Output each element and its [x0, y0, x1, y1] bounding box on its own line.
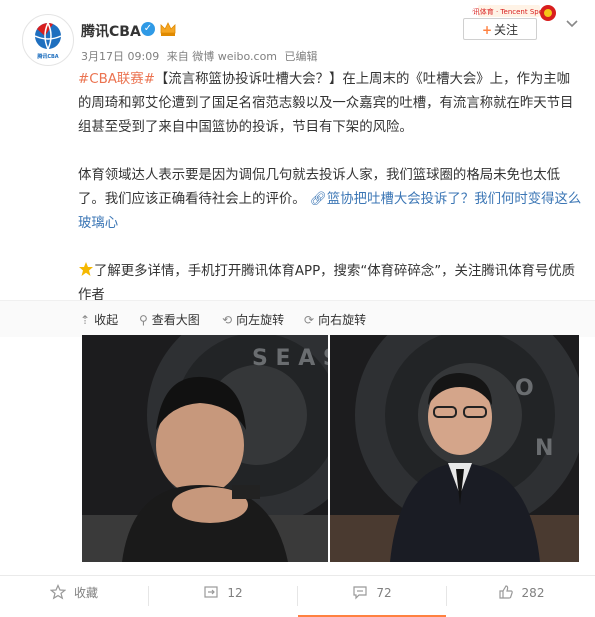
like-count: 282 [521, 586, 545, 600]
comment-icon [352, 579, 368, 613]
post-content: #CBA联赛#【流言称篮协投诉吐槽大会？】在上周末的《吐槽大会》上，作为主咖的周… [78, 68, 583, 308]
username[interactable]: 腾讯CBA [81, 21, 141, 41]
vip-crown-icon [159, 21, 177, 37]
rotate-left-label: 向左旋转 [236, 313, 285, 327]
title-text: 【流言称篮协投诉吐槽大会？】 [154, 72, 343, 87]
favorite-button[interactable]: 收藏 [0, 576, 148, 617]
like-button[interactable]: 282 [447, 576, 595, 617]
hashtag-link[interactable]: #CBA联赛# [78, 72, 155, 87]
repost-icon [203, 579, 219, 613]
post-source[interactable]: 来自 微博 weibo.com [167, 50, 277, 63]
media-image[interactable]: S E A S O N [82, 335, 579, 562]
rotate-left-icon: ⟲ [222, 313, 233, 327]
photo-left[interactable]: S E A S [82, 335, 328, 562]
media-toolbar: ⇡ 收起 ⚲ 查看大图 ⟲ 向左旋转 ⟳ 向右旋转 [0, 300, 595, 337]
rotate-right-icon: ⟳ [304, 313, 315, 327]
plus-icon: + [481, 23, 493, 37]
right-photo-image: O N [330, 335, 579, 562]
follow-button[interactable]: + 关注 [463, 18, 537, 40]
edited-label: 已编辑 [284, 50, 318, 63]
collapse-label: 收起 [94, 313, 119, 327]
repost-count: 12 [227, 586, 243, 600]
post-footer: 收藏 12 72 282 [0, 575, 595, 617]
thumbs-up-icon [498, 579, 514, 613]
left-photo-image: S E A S [82, 335, 328, 562]
follow-label: 关注 [494, 23, 519, 37]
verified-badge-icon: ✓ [141, 22, 155, 36]
basketball-logo-icon: 腾讯CBA [34, 22, 62, 60]
favorite-label: 收藏 [73, 586, 98, 600]
star-outline-icon [49, 579, 67, 613]
comment-button[interactable]: 72 [298, 576, 446, 617]
svg-text:O: O [515, 376, 534, 401]
avatar[interactable]: 腾讯CBA [22, 14, 74, 66]
star-icon [78, 261, 94, 277]
rotate-left-button[interactable]: ⟲ 向左旋转 [222, 311, 284, 328]
photo-right[interactable]: O N [330, 335, 579, 562]
magnifier-icon: ⚲ [139, 313, 148, 327]
view-large-label: 查看大图 [151, 313, 200, 327]
repost-button[interactable]: 12 [149, 576, 297, 617]
chevron-down-icon[interactable] [565, 16, 579, 30]
comment-count: 72 [376, 586, 392, 600]
paragraph-2: 体育领域达人表示要是因为调侃几句就去投诉人家，我们篮球圈的格局未免也太低了。我们… [78, 164, 583, 236]
collapse-icon: ⇡ [80, 313, 91, 327]
link-icon: 🔗︎ [309, 192, 327, 207]
svg-text:S E A S: S E A S [252, 346, 328, 371]
paragraph-1: #CBA联赛#【流言称篮协投诉吐槽大会？】在上周末的《吐槽大会》上，作为主咖的周… [78, 68, 583, 140]
rotate-right-label: 向右旋转 [318, 313, 367, 327]
rotate-right-button[interactable]: ⟳ 向右旋转 [304, 311, 366, 328]
post-date[interactable]: 3月17日 09:09 [81, 50, 159, 63]
post-meta: 3月17日 09:09 来自 微博 weibo.com 已编辑 [81, 48, 322, 64]
collapse-button[interactable]: ⇡ 收起 [80, 311, 118, 328]
view-large-button[interactable]: ⚲ 查看大图 [139, 311, 200, 328]
svg-text:腾讯CBA: 腾讯CBA [36, 53, 58, 60]
paragraph-3-text: 了解更多详情，手机打开腾讯体育APP，搜索“体育碎碎念”，关注腾讯体育号优质作者 [78, 264, 576, 303]
svg-text:N: N [535, 436, 553, 461]
